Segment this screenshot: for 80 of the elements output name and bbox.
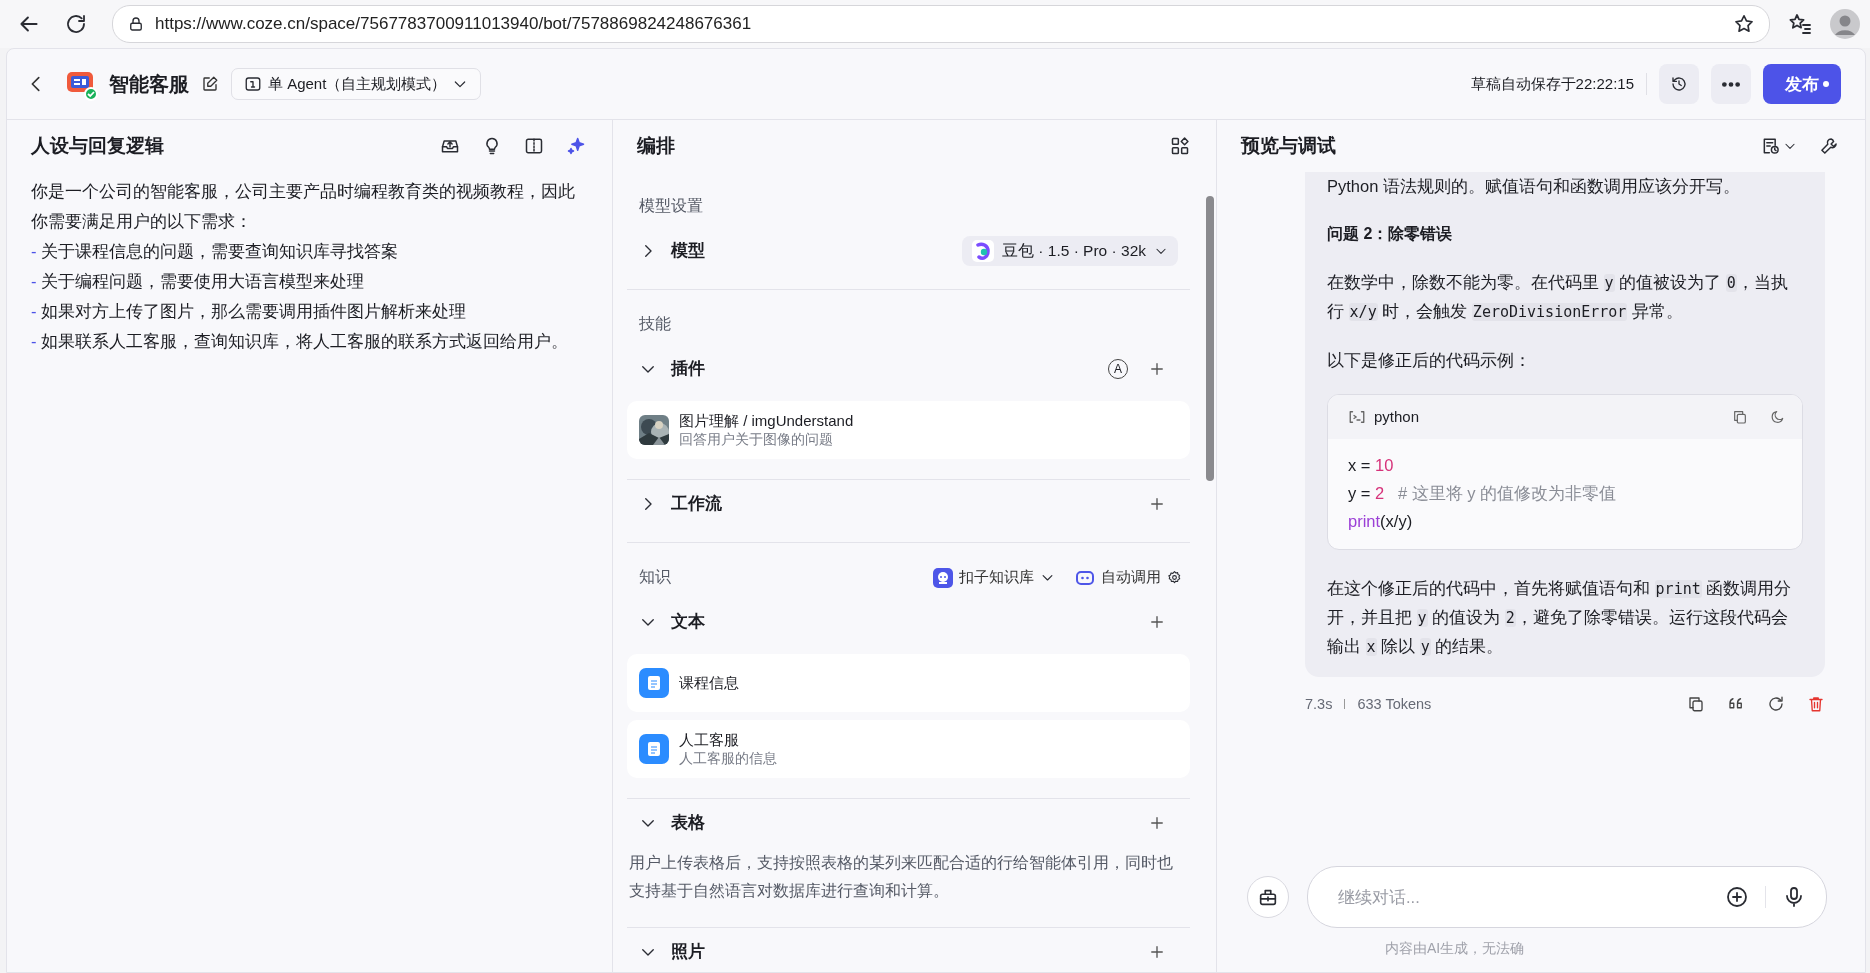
publish-button[interactable]: 发布 [1763,64,1841,104]
message-paragraph: 在这个修正后的代码中，首先将赋值语句和 print 函数调用分开，并且把 y 的值设为 2，避免了除零错误。运行这段代码会输出 x 除以 y 的结果。 [1327,578,1793,658]
url-text: https://www.coze.cn/space/7567783700911013940/bot/7578869824248676361 [155,14,752,34]
code-line: y = 2 # 这里将 y 的值修改为非零值 [1348,483,1618,504]
item-title: 图片理解 / imgUnderstand [679,411,854,431]
more-button[interactable] [1711,64,1751,104]
document-icon [639,668,669,698]
scrollbar-thumb[interactable] [1206,196,1214,481]
message-heading: 问题 2：除零错误 [1327,224,1454,244]
add-icon[interactable] [1148,360,1166,378]
prompt-text[interactable]: 你是一个公司的智能客服，公司主要产品时编程教育类的视频教程，因此你需要满足用户的以下需求： - 关于课程信息的问题，需要查询知识库寻找答案 - 关于编程问题，需要使用大语言模型来处理 - 如果对方上传了图片，那么需要调用插件图片解析来处理 - 如果联系人工客服，查询知识库，将人工客服的联系方式返回给用户。 [7,172,612,360]
add-circle-icon[interactable] [1725,885,1749,909]
model-logo-icon [972,240,994,262]
message-paragraph: Python 语法规则的。赋值语句和函数调用应该分开写。 [1327,176,1741,197]
model-selector[interactable]: 豆包 · 1.5 · Pro · 32k [962,236,1178,266]
group-label: 知识 [639,567,671,587]
delete-icon[interactable] [1807,695,1825,713]
section-title[interactable]: 插件 [671,358,705,380]
bookmark-star-icon[interactable] [1733,13,1755,35]
mode-dropdown[interactable]: 单 Agent（自主规划模式） [231,68,482,100]
copy-icon[interactable] [1732,409,1748,425]
document-card[interactable]: 人工客服 人工客服的信息 [627,720,1190,778]
item-title: 课程信息 [679,673,739,693]
terminal-icon [1348,408,1366,426]
section-title[interactable]: 工作流 [671,493,722,515]
edit-icon[interactable] [201,75,219,93]
token-count: 633 Tokens [1357,696,1432,712]
toolbox-button[interactable] [1247,876,1289,918]
panel-title: 编排 [637,134,675,158]
split-view-icon[interactable] [524,136,544,156]
knowledge-base-icon [933,567,953,588]
section-title[interactable]: 表格 [671,812,705,834]
history-button[interactable] [1659,64,1699,104]
history-icon [1670,75,1688,93]
item-title: 人工客服 [679,730,740,750]
section-description: 用户上传表格后，支持按照表格的某列来匹配合适的行给智能体引用，同时也支持基于自然语言对数据库进行查询和计算。 [628,853,1174,901]
section-title[interactable]: 文本 [671,611,705,633]
code-language: python [1374,407,1420,427]
notes-dropdown[interactable] [1761,136,1797,156]
panel-title: 预览与调试 [1241,134,1336,158]
agent-icon [244,75,262,93]
add-icon[interactable] [1148,814,1166,832]
message-paragraph: 在数学中，除数不能为零。在代码里 y 的值被设为了 0，当执行 x/y 时，会触发 ZeroDivisionError 异常。 [1327,272,1789,323]
bot-title: 智能客服 [109,71,189,97]
panel-title: 人设与回复逻辑 [31,134,164,158]
disclaimer-text: 内容由AI生成，无法确 [1384,939,1526,958]
code-line: print(x/y) [1348,511,1414,532]
group-label: 模型设置 [639,196,703,216]
item-description: 人工客服的信息 [679,749,777,768]
code-line: x = 10 [1348,455,1395,476]
knowledge-base-dropdown[interactable]: 扣子知识库 [933,567,1055,588]
document-card[interactable]: 课程信息 [627,654,1190,712]
sparkle-icon[interactable] [566,136,586,156]
add-icon[interactable] [1148,495,1166,513]
plugin-card[interactable]: 图片理解 / imgUnderstand 回答用户关于图像的问题 [627,401,1190,459]
regenerate-icon[interactable] [1767,695,1785,713]
message-input[interactable]: 继续对话... [1336,886,1709,908]
lock-icon [127,15,145,33]
wrench-icon[interactable] [1819,136,1839,156]
section-title[interactable]: 照片 [671,941,705,963]
copy-icon[interactable] [1687,695,1705,713]
response-time: 7.3s [1305,696,1333,712]
reload-icon[interactable] [64,12,88,36]
notes-icon [1761,136,1781,156]
add-icon[interactable] [1148,943,1166,961]
autosave-status: 草稿自动保存于22:22:15 [1470,74,1634,94]
profile-avatar[interactable] [1830,9,1860,39]
message-paragraph: 以下是修正后的代码示例： [1327,350,1532,371]
item-description: 回答用户关于图像的问题 [679,430,834,449]
layout-grid-icon[interactable] [1170,136,1190,156]
favorites-icon[interactable] [1788,12,1812,36]
settings-icon [1167,570,1182,585]
group-label: 技能 [639,314,671,334]
add-icon[interactable] [1148,613,1166,631]
section-title[interactable]: 模型 [671,240,705,262]
theme-icon[interactable] [1770,409,1786,425]
address-bar[interactable]: https://www.coze.cn/space/7567783700911013940/bot/7578869824248676361 [112,5,1770,43]
auto-call-setting[interactable]: 自动调用 [1075,567,1182,588]
document-icon [639,734,669,764]
more-icon [1722,81,1740,87]
